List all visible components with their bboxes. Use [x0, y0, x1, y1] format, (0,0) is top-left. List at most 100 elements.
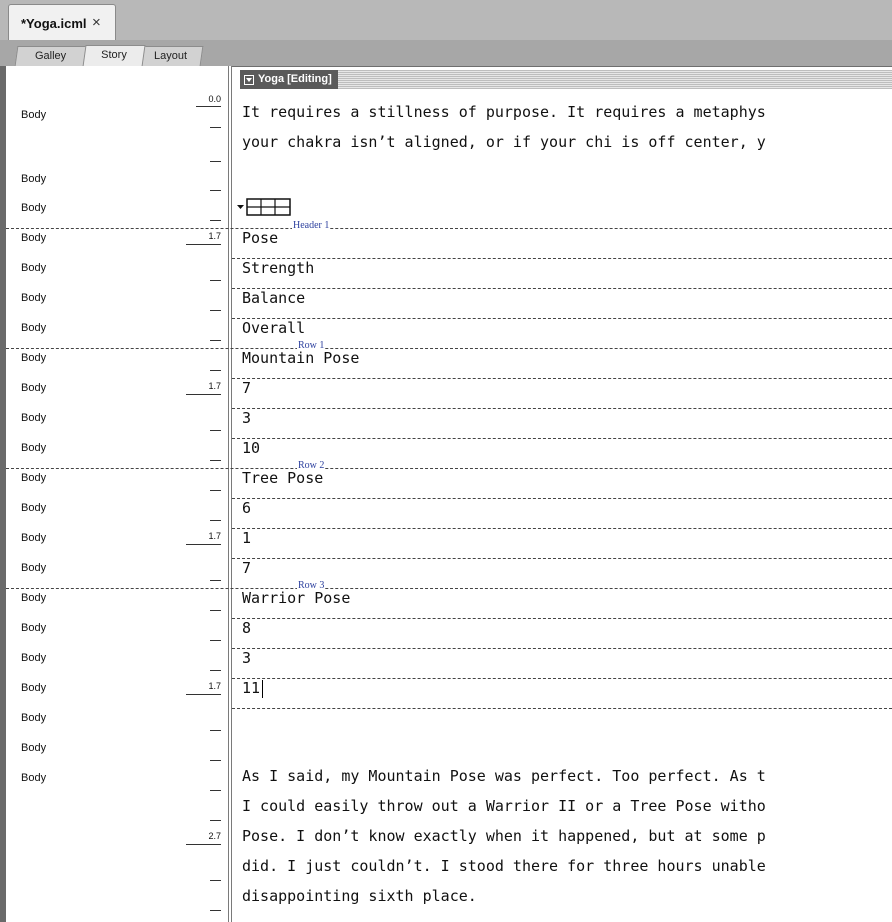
story-title-label: Yoga [Editing]	[258, 73, 332, 85]
table-cell[interactable]: Pose	[242, 229, 278, 247]
paragraph-line[interactable]: did. I just couldn’t. I stood there for …	[242, 857, 766, 875]
depth-value: 0.0	[208, 94, 221, 104]
ruler-tick	[210, 520, 221, 521]
style-label: Body	[21, 502, 47, 514]
tab-story[interactable]: Story	[82, 45, 146, 67]
ruler-tick	[210, 880, 221, 881]
cell-separator	[232, 288, 892, 289]
table-cell[interactable]: Balance	[242, 289, 305, 307]
style-label: Body	[21, 322, 47, 334]
story-title[interactable]: Yoga [Editing]	[240, 70, 338, 89]
style-label: Body	[21, 109, 47, 121]
cell-separator	[232, 438, 892, 439]
depth-value: 1.7	[208, 381, 221, 391]
style-label: Body	[21, 772, 47, 784]
table-cell[interactable]: 10	[242, 439, 260, 457]
ruler-tick	[210, 220, 221, 221]
table-cell[interactable]: 7	[242, 379, 251, 397]
row-separator	[6, 228, 892, 229]
style-label: Body	[21, 262, 47, 274]
table-cell[interactable]: 8	[242, 619, 251, 637]
table-cell[interactable]: Mountain Pose	[242, 349, 359, 367]
depth-marker-line	[186, 544, 221, 545]
cell-separator	[232, 648, 892, 649]
row-separator	[6, 468, 892, 469]
paragraph-line[interactable]: As I said, my Mountain Pose was perfect.…	[242, 767, 766, 785]
document-tab-strip	[0, 0, 892, 40]
tab-galley-label: Galley	[35, 50, 67, 62]
table-icon[interactable]	[236, 196, 292, 218]
paragraph-line[interactable]: disappointing sixth place.	[242, 887, 477, 905]
depth-value: 1.7	[208, 231, 221, 241]
paragraph-line[interactable]: It requires a stillness of purpose. It r…	[242, 103, 766, 121]
table-cell[interactable]: Warrior Pose	[242, 589, 350, 607]
tab-layout[interactable]: Layout	[138, 46, 204, 66]
ruler-tick	[210, 820, 221, 821]
table-cell[interactable]: Strength	[242, 259, 314, 277]
depth-marker-line	[186, 694, 221, 695]
tab-layout-label: Layout	[154, 50, 188, 62]
depth-value: 2.7	[208, 831, 221, 841]
cell-separator	[232, 618, 892, 619]
style-label: Body	[21, 592, 47, 604]
paragraph-line[interactable]: I could easily throw out a Warrior II or…	[242, 797, 766, 815]
style-label: Body	[21, 382, 47, 394]
ruler-tick	[210, 790, 221, 791]
cell-separator	[232, 558, 892, 559]
tab-story-label: Story	[101, 49, 127, 61]
ruler-tick	[210, 730, 221, 731]
style-label: Body	[21, 532, 47, 544]
ruler-tick	[210, 280, 221, 281]
paragraph-line[interactable]: your chakra isn’t aligned, or if your ch…	[242, 133, 766, 151]
paragraph-line[interactable]: Pose. I don’t know exactly when it happe…	[242, 827, 766, 845]
ruler-tick	[210, 490, 221, 491]
table-cell[interactable]: 3	[242, 649, 251, 667]
close-icon[interactable]: ×	[92, 14, 101, 31]
style-label: Body	[21, 352, 47, 364]
style-label: Body	[21, 622, 47, 634]
style-label: Body	[21, 682, 47, 694]
depth-marker-line	[186, 394, 221, 395]
depth-marker-line	[196, 106, 221, 107]
style-label: Body	[21, 202, 47, 214]
depth-marker-line	[186, 844, 221, 845]
table-cell[interactable]: 6	[242, 499, 251, 517]
document-tab-title: *Yoga.icml	[21, 16, 87, 31]
row-separator	[6, 588, 892, 589]
table-cell[interactable]: Tree Pose	[242, 469, 323, 487]
ruler-tick	[210, 190, 221, 191]
style-label: Body	[21, 712, 47, 724]
collapse-triangle-icon[interactable]	[244, 74, 254, 85]
cell-separator	[232, 318, 892, 319]
cell-separator	[232, 498, 892, 499]
cell-separator	[232, 528, 892, 529]
ruler-tick	[210, 610, 221, 611]
table-cell[interactable]: 11	[242, 679, 260, 697]
cell-separator	[232, 258, 892, 259]
depth-marker-line	[186, 244, 221, 245]
style-label: Body	[21, 652, 47, 664]
style-label: Body	[21, 173, 47, 185]
ruler-tick	[210, 430, 221, 431]
story-editor[interactable]	[232, 66, 892, 922]
row-label-header: Header 1	[292, 220, 331, 231]
table-cell[interactable]: 1	[242, 529, 251, 547]
style-label: Body	[21, 412, 47, 424]
document-tab[interactable]: *Yoga.icml ×	[8, 4, 116, 40]
table-cell[interactable]: 7	[242, 559, 251, 577]
table-cell[interactable]: Overall	[242, 319, 305, 337]
ruler-tick	[210, 310, 221, 311]
text-cursor	[262, 680, 263, 698]
ruler-tick	[210, 670, 221, 671]
ruler-tick	[210, 127, 221, 128]
table-cell[interactable]: 3	[242, 409, 251, 427]
depth-value: 1.7	[208, 531, 221, 541]
ruler-tick	[210, 161, 221, 162]
ruler-tick	[210, 460, 221, 461]
story-header-bar: Yoga [Editing]	[240, 70, 892, 89]
ruler-tick	[210, 580, 221, 581]
style-label: Body	[21, 742, 47, 754]
ruler-tick	[210, 370, 221, 371]
tab-galley[interactable]: Galley	[14, 46, 88, 66]
style-label: Body	[21, 442, 47, 454]
